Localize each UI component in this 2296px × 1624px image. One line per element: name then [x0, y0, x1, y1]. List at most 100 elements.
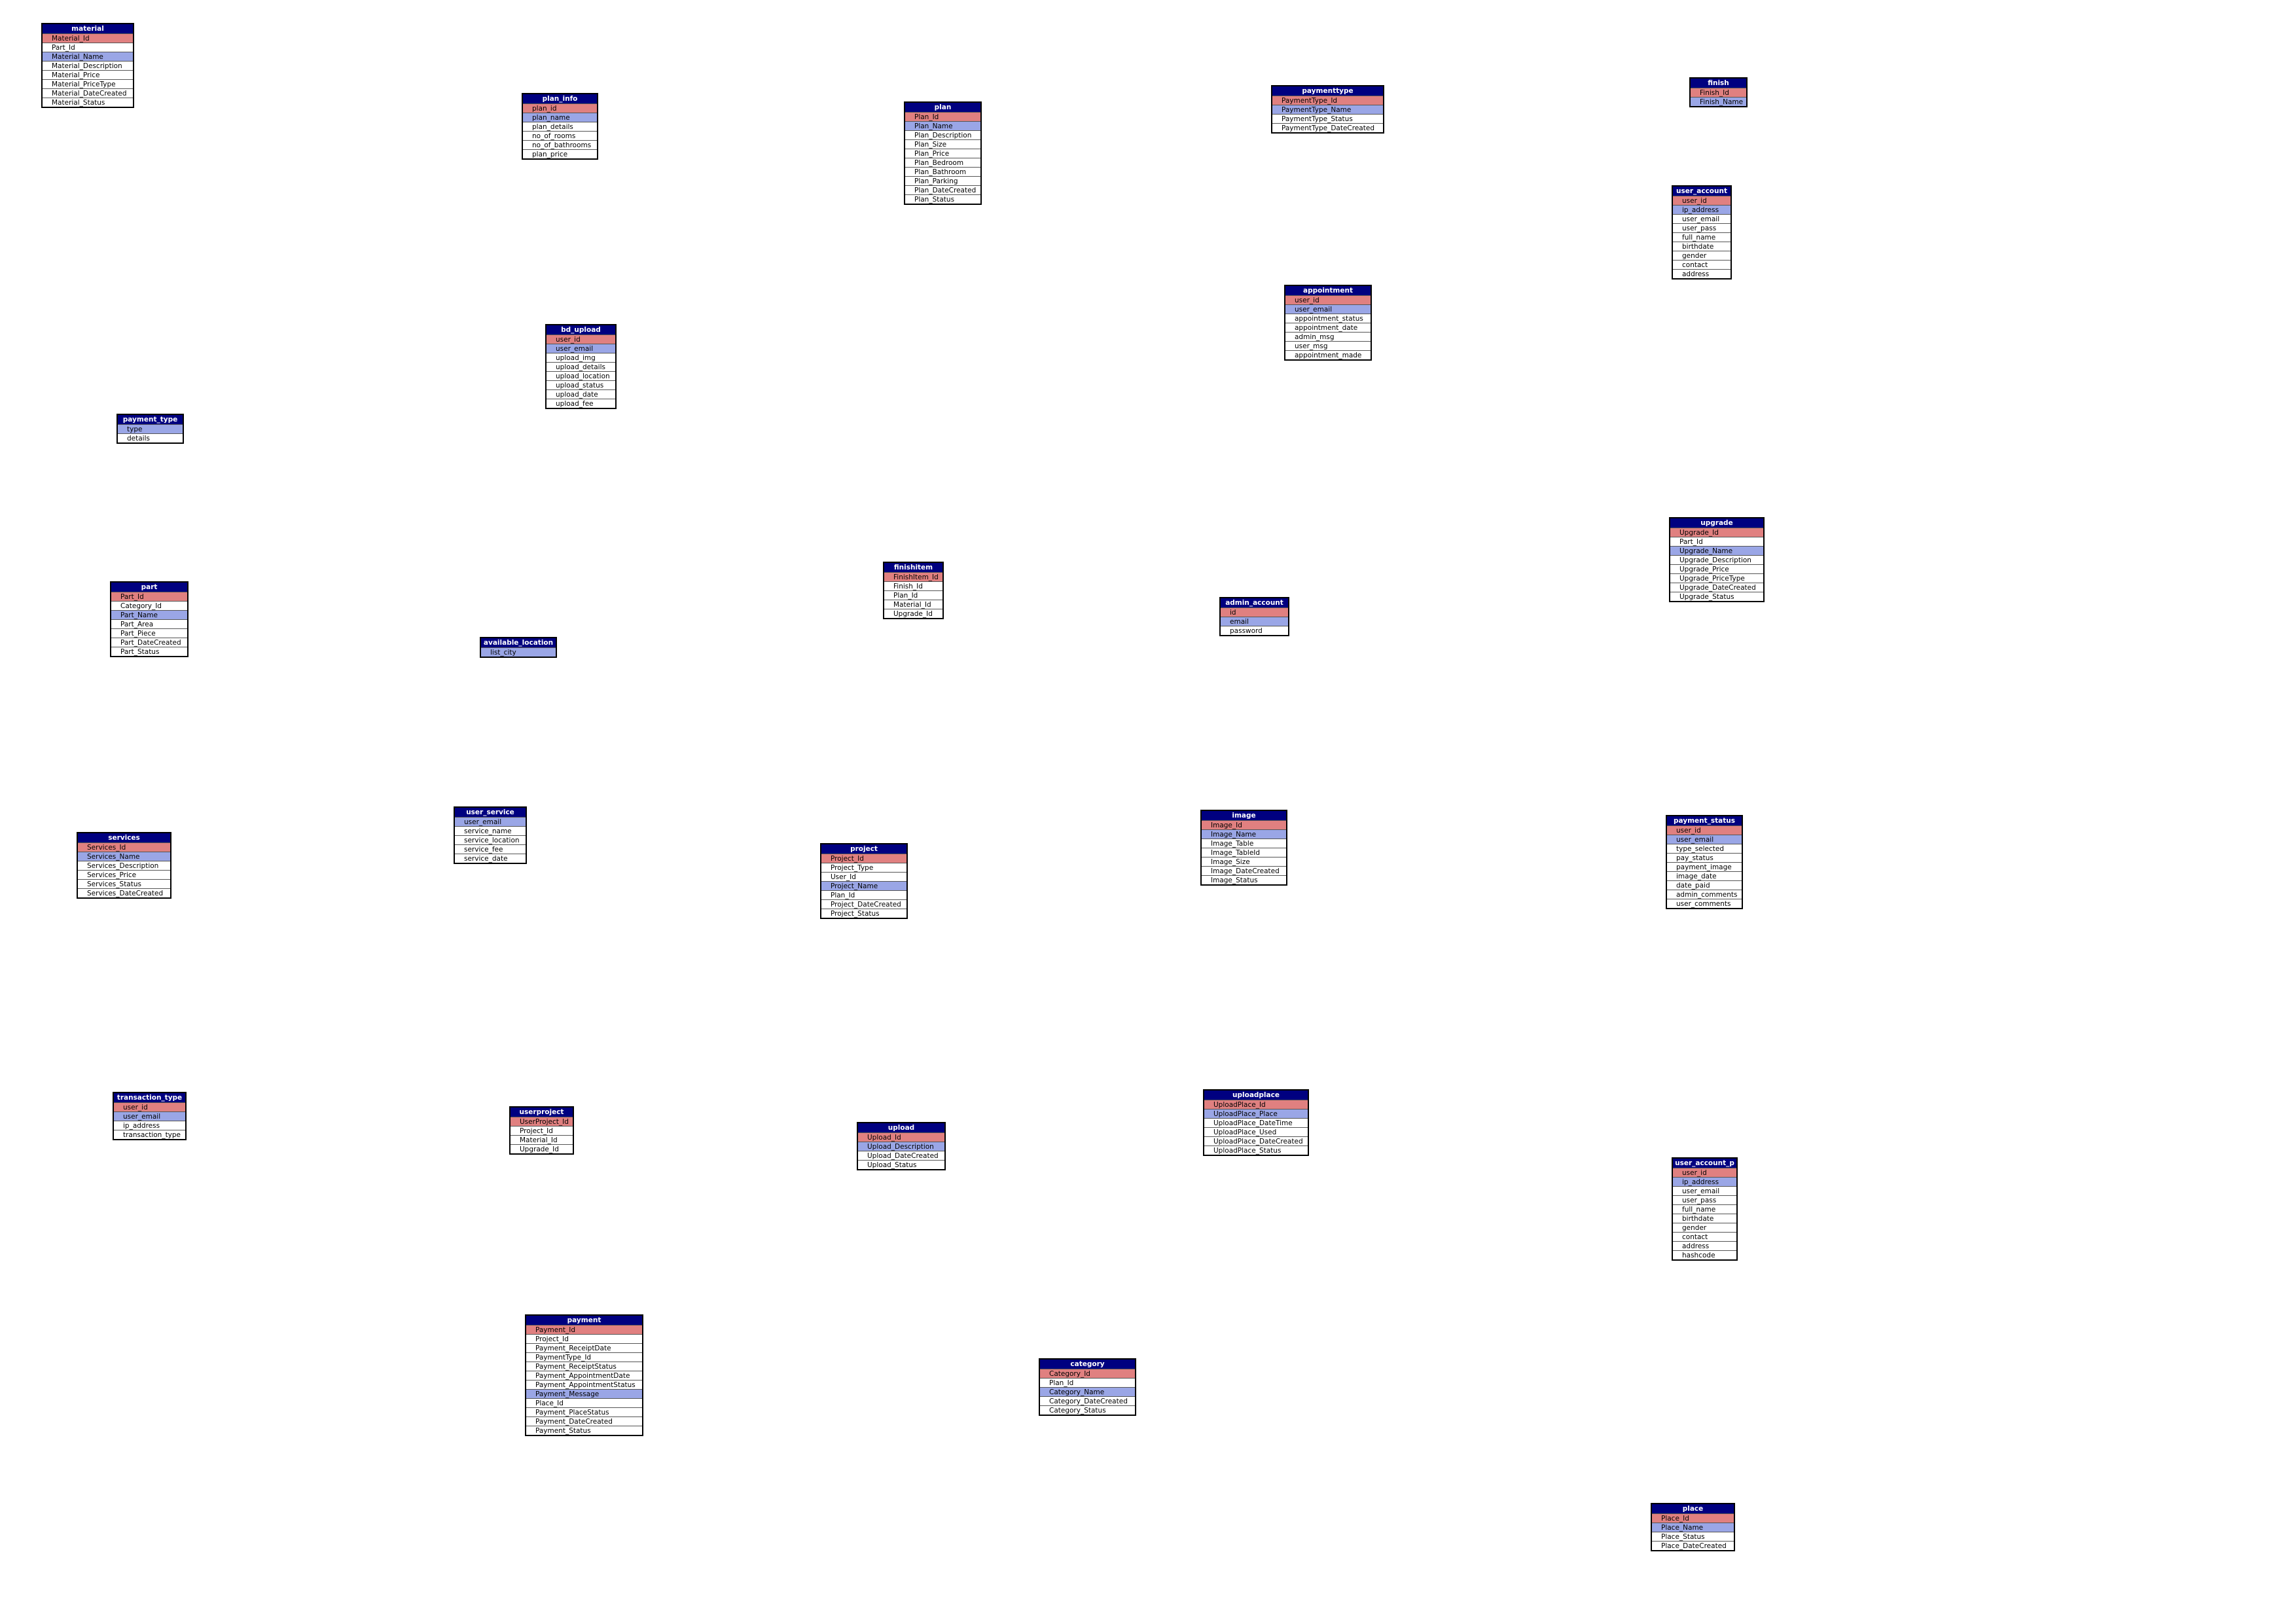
table-title: part — [111, 583, 187, 592]
table-field: upload_location — [547, 371, 615, 380]
table-field: upload_details — [547, 362, 615, 371]
table-title: upgrade — [1670, 518, 1763, 528]
primary-key-field: user_id — [1667, 825, 1742, 835]
table-field: Plan_Id — [884, 590, 942, 600]
table-title: finishitem — [884, 563, 942, 572]
table-field: PaymentType_Id — [526, 1352, 642, 1362]
table-field: Project_Status — [821, 909, 906, 918]
table-field: address — [1673, 1241, 1736, 1250]
table-field: Part_Id — [1670, 537, 1763, 546]
indexed-field: list_city — [481, 647, 556, 657]
table-field: Image_Size — [1202, 857, 1286, 866]
table-field: UploadPlace_Status — [1204, 1146, 1308, 1155]
table-title: appointment — [1285, 286, 1371, 295]
table-field: appointment_made — [1285, 350, 1371, 359]
table-field: pay_status — [1667, 853, 1742, 862]
table-field: Material_DateCreated — [43, 88, 133, 98]
table-field: Plan_Bathroom — [905, 167, 980, 176]
table-userproject: userproject UserProject_Id Project_Id Mater… — [509, 1106, 574, 1155]
primary-key-field: Project_Id — [821, 854, 906, 863]
table-field: Plan_DateCreated — [905, 185, 980, 194]
table-field: Part_Area — [111, 619, 187, 628]
table-title: userproject — [511, 1108, 573, 1117]
table-field: UploadPlace_DateCreated — [1204, 1136, 1308, 1146]
indexed-field: Payment_Message — [526, 1389, 642, 1398]
table-field: user_pass — [1673, 223, 1731, 232]
table-upgrade: upgrade Upgrade_Id Part_Id Upgrade_Name Upgr… — [1669, 517, 1765, 602]
table-title: user_account_p — [1673, 1159, 1736, 1168]
table-field: Material_Id — [884, 600, 942, 609]
table-field: Image_Status — [1202, 875, 1286, 884]
table-finish: finish Finish_Id Finish_Name — [1689, 77, 1748, 107]
table-title: user_account — [1673, 187, 1731, 196]
table-field: Payment_AppointmentDate — [526, 1371, 642, 1380]
table-title: services — [78, 833, 170, 842]
table-field: Place_Id — [526, 1398, 642, 1407]
table-field: Material_PriceType — [43, 79, 133, 88]
primary-key-field: Part_Id — [111, 592, 187, 601]
table-field: appointment_date — [1285, 323, 1371, 332]
table-field: Place_DateCreated — [1652, 1541, 1734, 1550]
table-title: finish — [1691, 79, 1746, 88]
table-project: project Project_Id Project_Type User_Id Proj… — [820, 843, 908, 919]
table-field: Image_DateCreated — [1202, 866, 1286, 875]
table-field: Upload_Status — [858, 1160, 944, 1169]
indexed-field: user_email — [114, 1111, 185, 1121]
indexed-field: Project_Name — [821, 881, 906, 890]
table-field: Payment_Status — [526, 1426, 642, 1435]
indexed-field: Image_Name — [1202, 829, 1286, 839]
table-field: Material_Id — [511, 1135, 573, 1144]
primary-key-field: Services_Id — [78, 842, 170, 852]
table-title: image — [1202, 811, 1286, 820]
table-field: Upload_DateCreated — [858, 1151, 944, 1160]
table-field: Material_Status — [43, 98, 133, 107]
indexed-field: user_email — [1285, 304, 1371, 314]
table-field: service_fee — [455, 844, 526, 854]
primary-key-field: FinishItem_Id — [884, 572, 942, 581]
table-available-location: available_location list_city — [480, 637, 557, 658]
table-field: Finish_Id — [884, 581, 942, 590]
indexed-field: Material_Name — [43, 52, 133, 61]
table-field: upload_fee — [547, 399, 615, 408]
indexed-field: PaymentType_Name — [1272, 105, 1383, 114]
table-field: Upgrade_Status — [1670, 592, 1763, 601]
indexed-field: email — [1221, 617, 1288, 626]
table-field: Payment_AppointmentStatus — [526, 1380, 642, 1389]
table-title: upload — [858, 1123, 944, 1132]
table-title: bd_upload — [547, 325, 615, 334]
indexed-field: user_email — [455, 817, 526, 826]
table-field: upload_date — [547, 389, 615, 399]
table-paymenttype: paymenttype PaymentType_Id PaymentType_Nam… — [1271, 85, 1384, 134]
table-field: date_paid — [1667, 880, 1742, 890]
primary-key-field: id — [1221, 607, 1288, 617]
table-upload: upload Upload_Id Upload_Description Upload_… — [857, 1122, 946, 1170]
primary-key-field: plan_id — [523, 103, 597, 113]
indexed-field: user_email — [547, 344, 615, 353]
table-field: Plan_Size — [905, 139, 980, 149]
indexed-field: Finish_Name — [1691, 97, 1746, 106]
table-user-service: user_service user_email service_name servic… — [454, 806, 527, 864]
primary-key-field: Plan_Id — [905, 112, 980, 121]
indexed-field: type — [118, 424, 183, 433]
table-field: Payment_ReceiptStatus — [526, 1362, 642, 1371]
table-plan: plan Plan_Id Plan_Name Plan_Description Plan… — [904, 101, 982, 205]
primary-key-field: Payment_Id — [526, 1325, 642, 1334]
table-transaction-type: transaction_type user_id user_email ip_addr… — [113, 1092, 187, 1140]
table-field: admin_comments — [1667, 890, 1742, 899]
table-field: Plan_Status — [905, 194, 980, 204]
table-image: image Image_Id Image_Name Image_Table Image_… — [1200, 810, 1287, 886]
primary-key-field: user_id — [1673, 1168, 1736, 1177]
table-title: payment — [526, 1316, 642, 1325]
indexed-field: Category_Name — [1040, 1387, 1135, 1396]
table-field: Project_Id — [526, 1334, 642, 1343]
table-finishitem: finishitem FinishItem_Id Finish_Id Plan_Id M… — [883, 562, 944, 619]
table-title: uploadplace — [1204, 1091, 1308, 1100]
table-field: Upgrade_DateCreated — [1670, 583, 1763, 592]
table-field: Payment_DateCreated — [526, 1416, 642, 1426]
table-plan-info: plan_info plan_id plan_name plan_details no_… — [522, 93, 598, 160]
table-payment-status: payment_status user_id user_email type_sele… — [1666, 815, 1743, 909]
table-field: User_Id — [821, 872, 906, 881]
table-field: Image_Table — [1202, 839, 1286, 848]
primary-key-field: Finish_Id — [1691, 88, 1746, 97]
table-part: part Part_Id Category_Id Part_Name Part_Area… — [110, 581, 188, 657]
